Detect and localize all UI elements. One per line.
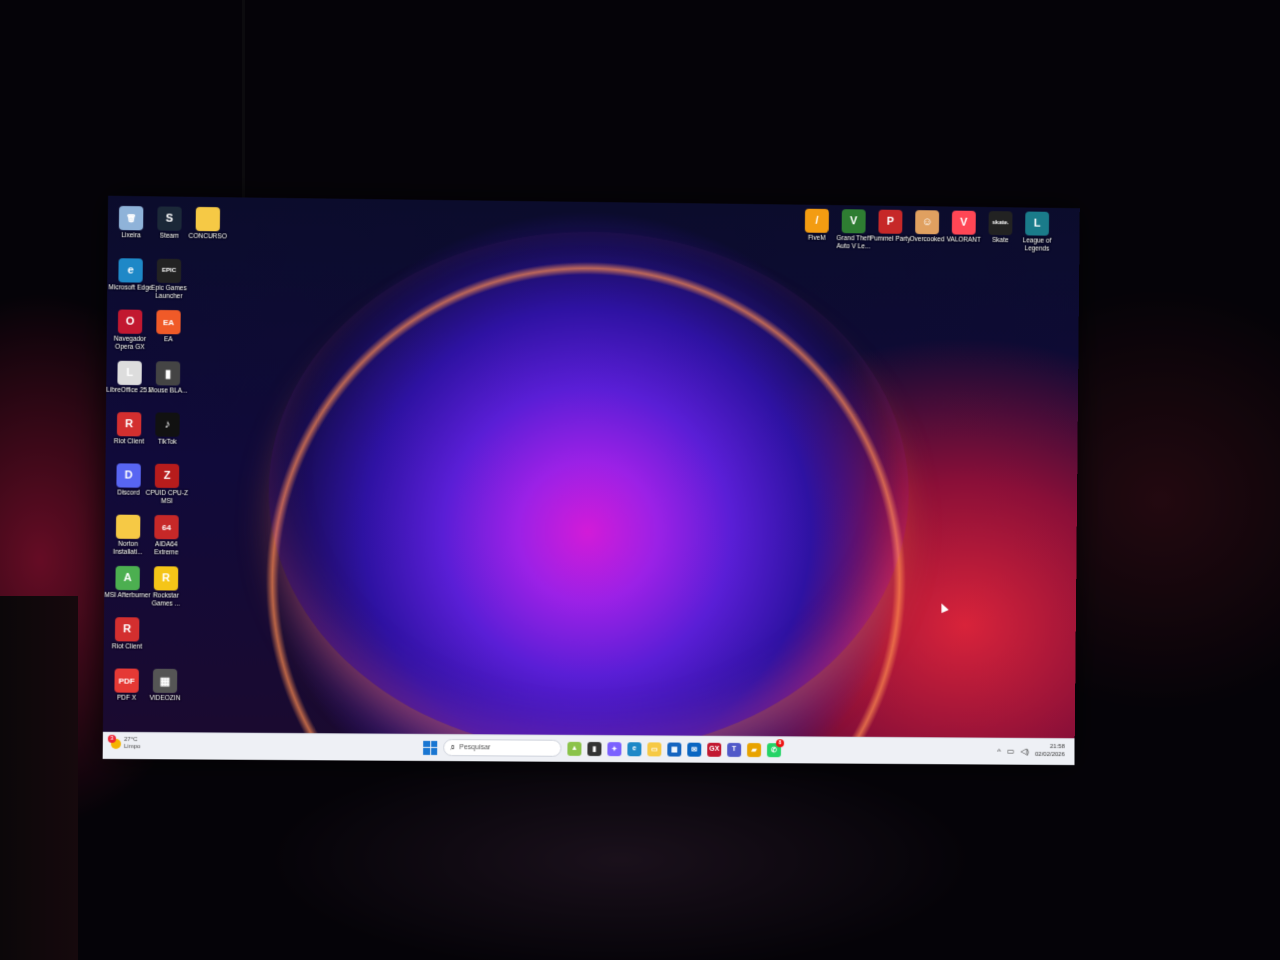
network-icon[interactable]: ▭ bbox=[1007, 746, 1015, 755]
desktop-icon-label: Mouse BLA... bbox=[148, 387, 188, 395]
weather-badge: 3 bbox=[107, 734, 117, 743]
outlook-icon[interactable]: ✉ bbox=[687, 742, 702, 757]
riot-client-icon: R bbox=[114, 617, 140, 642]
desktop-icon-left-8[interactable]: ▮ Mouse BLA... bbox=[145, 361, 192, 395]
search-icon: ⌕ bbox=[450, 742, 456, 753]
desktop-icon-right-6[interactable]: L League of Legends bbox=[1014, 211, 1060, 252]
desktop-icon-left-19[interactable]: ▦ VIDEOZIN bbox=[142, 668, 189, 703]
gta-icon: V bbox=[841, 209, 866, 234]
clock-time: 21:58 bbox=[1049, 744, 1065, 751]
edge-icon: e bbox=[118, 258, 143, 283]
desktop-icon-label: Rockstar Games ... bbox=[151, 592, 181, 608]
afterburner-icon: A bbox=[115, 565, 140, 591]
recycle-bin-icon: 🗑 bbox=[118, 205, 144, 231]
ea-icon: EA bbox=[156, 309, 181, 335]
edge-icon[interactable]: e bbox=[627, 741, 642, 756]
folder-icon bbox=[115, 514, 141, 539]
taskbar-apps: ▲ ▮ ✦ e ▭ ▦ ✉ GX T ▰ ✆ 8 bbox=[567, 738, 785, 757]
desktop-icon-label: TikTok bbox=[157, 438, 177, 446]
skate-icon: skate. bbox=[988, 211, 1013, 236]
desktop-icon-label: EA bbox=[163, 336, 173, 344]
riot-client-icon: R bbox=[116, 412, 142, 437]
desktop-icon-left-12[interactable]: Z CPUID CPU-Z MSI bbox=[144, 463, 191, 506]
opera-gx-icon[interactable]: GX bbox=[707, 742, 722, 757]
league-icon: L bbox=[1025, 211, 1050, 236]
desktop-icon-left-14[interactable]: 64 AIDA64 Extreme bbox=[143, 514, 190, 557]
cpuz-icon: Z bbox=[154, 463, 180, 489]
desktop-icon-left-10[interactable]: ♪ TikTok bbox=[144, 412, 191, 446]
aida64-icon: 64 bbox=[154, 514, 179, 540]
pummel-party-icon: P bbox=[878, 209, 903, 234]
tiktok-icon: ♪ bbox=[155, 412, 180, 437]
sun-icon: 3 bbox=[107, 734, 122, 749]
search-box[interactable]: ⌕ Pesquisar bbox=[443, 739, 562, 757]
store-icon[interactable]: ▦ bbox=[667, 741, 682, 757]
game-app-icon[interactable]: ▲ bbox=[567, 741, 582, 756]
teams-icon[interactable]: T bbox=[727, 742, 742, 757]
desktop-icon-label: Riot Client bbox=[111, 643, 143, 651]
fivem-icon: / bbox=[804, 208, 829, 233]
libreoffice-icon: L bbox=[117, 360, 142, 386]
discord-icon: D bbox=[116, 463, 141, 488]
desktop-icon-label: VIDEOZIN bbox=[149, 694, 181, 703]
overcooked-icon: ☺ bbox=[915, 210, 940, 235]
volume-icon[interactable]: ◁) bbox=[1020, 746, 1029, 755]
terminal-icon[interactable]: ▮ bbox=[587, 741, 602, 756]
chevron-up-icon[interactable]: ^ bbox=[997, 746, 1001, 755]
clock-date: 02/02/2026 bbox=[1034, 751, 1065, 759]
copilot-icon[interactable]: ✦ bbox=[607, 741, 622, 756]
video-file-icon: ▦ bbox=[152, 668, 178, 694]
rockstar-icon: R bbox=[153, 566, 179, 591]
file-explorer-icon[interactable]: ▭ bbox=[647, 741, 662, 756]
desktop-icon-label: League of Legends bbox=[1022, 237, 1052, 253]
desktop-icon-label: CONCURSO bbox=[188, 232, 227, 241]
steam-icon: S bbox=[157, 206, 182, 231]
taskbar-center: ⌕ Pesquisar ▲ ▮ ✦ e ▭ ▦ ✉ GX T ▰ ✆ 8 bbox=[423, 738, 785, 758]
opera-gx-icon: O bbox=[117, 309, 143, 334]
cable bbox=[242, 0, 245, 210]
desktop-icon-left-16[interactable]: R Rockstar Games ... bbox=[143, 566, 190, 608]
whatsapp-icon[interactable]: ✆ 8 bbox=[766, 738, 785, 757]
pdf-icon: PDF bbox=[114, 668, 139, 693]
system-tray: ^ ▭ ◁) 21:58 02/02/2026 bbox=[997, 743, 1065, 759]
desktop-icon-label: AIDA64 Extreme bbox=[154, 541, 179, 556]
office-icon[interactable]: ▰ bbox=[747, 742, 762, 757]
desktop-icon-label: Epic Games Launcher bbox=[150, 284, 187, 300]
monitor-screen: 🗑 Lixeira S Steam CONCURSO e Microsoft Edge EPI… bbox=[102, 195, 1080, 766]
search-placeholder: Pesquisar bbox=[459, 744, 491, 752]
speaker bbox=[0, 596, 78, 960]
weather-description: Limpo bbox=[123, 743, 141, 751]
desktop-icon-left-4[interactable]: EPIC Epic Games Launcher bbox=[145, 258, 192, 301]
mouse-icon: ▮ bbox=[155, 361, 181, 386]
desktop-wallpaper[interactable] bbox=[102, 195, 1080, 740]
clock[interactable]: 21:58 02/02/2026 bbox=[1035, 743, 1065, 759]
epic-games-icon: EPIC bbox=[156, 258, 182, 284]
folder-icon bbox=[195, 206, 221, 232]
desktop-icon-left-6[interactable]: EA EA bbox=[145, 309, 192, 344]
whatsapp-badge: 8 bbox=[776, 738, 785, 747]
weather-widget[interactable]: 3 27°C Limpo bbox=[107, 734, 141, 751]
desktop-icon-label: CPUID CPU-Z MSI bbox=[145, 489, 189, 505]
desktop-icon-left-17[interactable]: R Riot Client bbox=[104, 617, 151, 651]
desktop-icon-left-2[interactable]: CONCURSO bbox=[184, 206, 231, 241]
start-button[interactable] bbox=[423, 740, 438, 755]
valorant-icon: V bbox=[951, 210, 976, 235]
